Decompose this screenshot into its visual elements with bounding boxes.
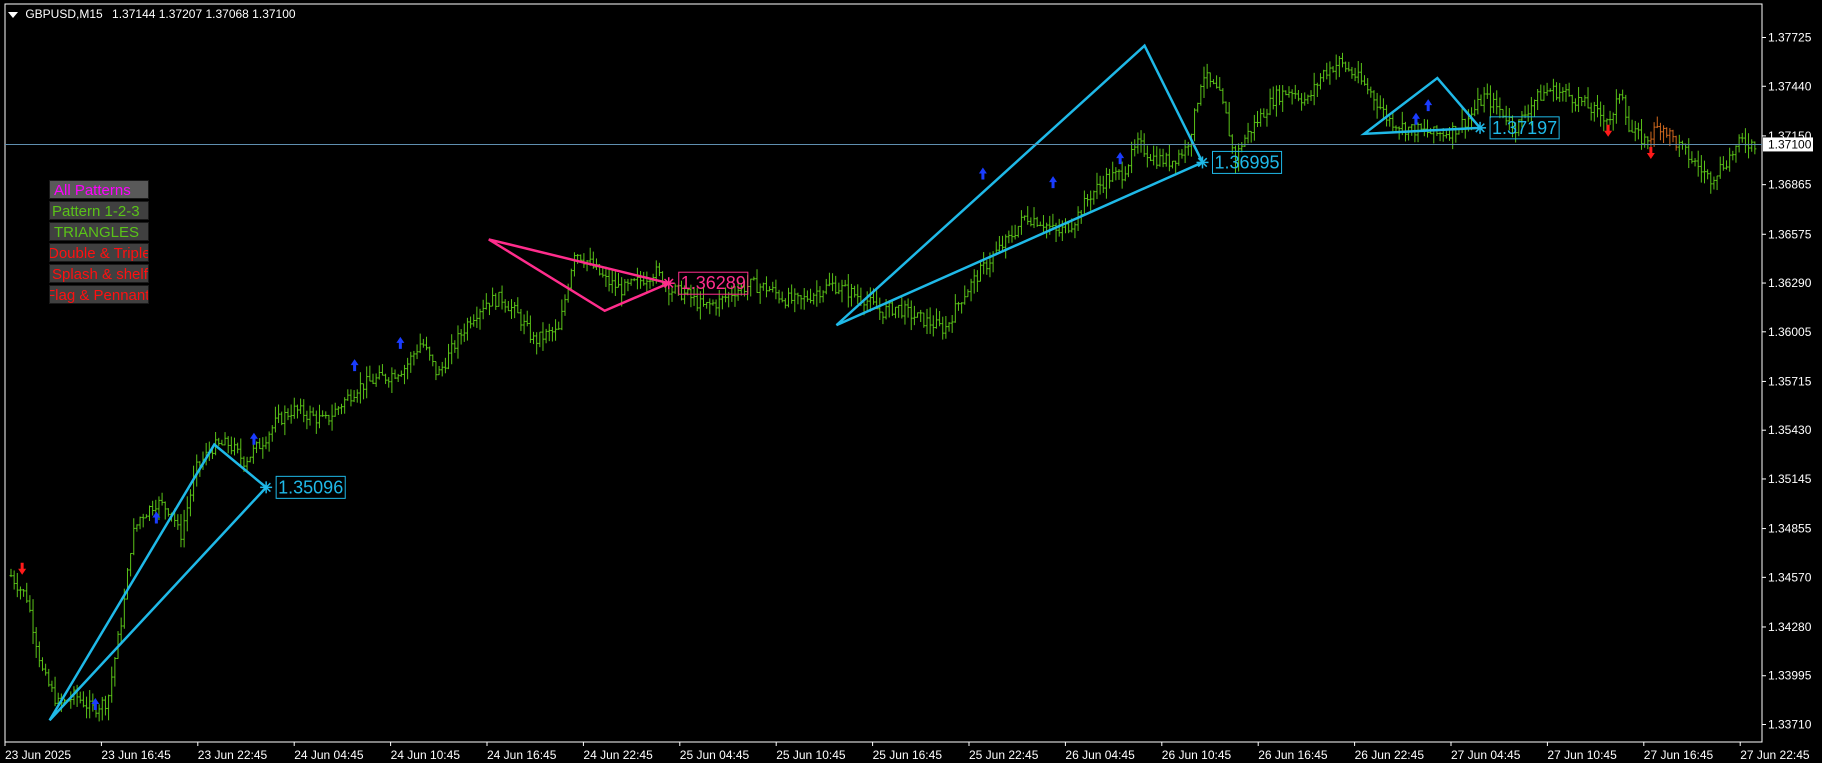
price-tick-label: 1.36290 (1768, 276, 1812, 290)
price-tick-label: 1.33995 (1768, 669, 1812, 683)
up-arrow-icon (350, 359, 359, 372)
menu-triangles-button[interactable]: TRIANGLES (49, 222, 149, 241)
triangle-pattern (1360, 76, 1483, 136)
down-arrow-icon (18, 562, 27, 575)
menu-splash-shelf-button[interactable]: Splash & shelf (49, 264, 149, 283)
triangle-pattern (48, 442, 268, 722)
menu-all-patterns-button[interactable]: All Patterns (49, 180, 149, 199)
up-arrow-icon (1424, 99, 1433, 112)
time-tick-label: 25 Jun 22:45 (969, 748, 1039, 762)
up-arrow-icon (1116, 152, 1125, 165)
patterns-layer: 1.35096 1.36289 1.36995 1.37197 (48, 43, 1560, 722)
time-tick-label: 27 Jun 22:45 (1740, 748, 1810, 762)
time-tick-label: 24 Jun 04:45 (294, 748, 364, 762)
price-tick-label: 1.34855 (1768, 522, 1812, 536)
symbol-label: GBPUSD,M15 (25, 7, 103, 21)
time-tick-label: 23 Jun 22:45 (198, 748, 268, 762)
breakout-price-label: 1.37197 (1492, 118, 1557, 138)
plot-frame (4, 3, 1763, 743)
price-tick-label: 1.35430 (1768, 423, 1812, 437)
chart-header: GBPUSD,M15 1.37144 1.37207 1.37068 1.371… (8, 7, 296, 21)
triangle-pattern (488, 238, 673, 313)
candles-layer (9, 52, 1757, 722)
time-tick-label: 23 Jun 2025 (5, 748, 71, 762)
price-tick-label: 1.34280 (1768, 620, 1812, 634)
menu-double-triple-button[interactable]: Double & Triple (49, 243, 149, 262)
menu-pattern-123-button[interactable]: Pattern 1-2-3 (49, 201, 149, 220)
up-arrow-icon (396, 336, 405, 349)
time-tick-label: 27 Jun 10:45 (1547, 748, 1617, 762)
price-tick-label: 1.34570 (1768, 570, 1812, 584)
up-arrow-icon (1049, 176, 1058, 189)
price-tick-label: 1.35145 (1768, 472, 1812, 486)
time-tick-label: 26 Jun 16:45 (1258, 748, 1328, 762)
breakout-price-label: 1.36289 (681, 273, 746, 293)
price-tick-label: 1.36005 (1768, 325, 1812, 339)
time-tick-label: 24 Jun 10:45 (391, 748, 461, 762)
time-tick-label: 25 Jun 16:45 (873, 748, 943, 762)
time-tick-label: 27 Jun 16:45 (1644, 748, 1714, 762)
menu-flag-pennant-button[interactable]: Flag & Pennant (49, 285, 149, 304)
price-chart[interactable]: 1.35096 1.36289 1.36995 1.37197 1.37725 1.37… (0, 0, 1822, 763)
price-tick-label: 1.37440 (1768, 79, 1812, 93)
pattern-menu: All Patterns Pattern 1-2-3 TRIANGLES Dou… (49, 180, 149, 306)
up-arrow-icon (978, 167, 987, 180)
price-tick-label: 1.36575 (1768, 227, 1812, 241)
time-tick-label: 25 Jun 04:45 (680, 748, 750, 762)
collapse-triangle-icon[interactable] (8, 11, 18, 18)
price-tick-label: 1.37725 (1768, 31, 1812, 45)
time-tick-label: 26 Jun 22:45 (1355, 748, 1425, 762)
down-arrow-icon (1604, 124, 1613, 137)
price-tick-label: 1.36865 (1768, 178, 1812, 192)
time-tick-label: 27 Jun 04:45 (1451, 748, 1521, 762)
chart-window[interactable]: 1.35096 1.36289 1.36995 1.37197 1.37725 1.37… (0, 0, 1822, 763)
arrows-layer (18, 99, 1655, 710)
time-tick-label: 23 Jun 16:45 (101, 748, 171, 762)
breakout-price-label: 1.36995 (1215, 152, 1280, 172)
price-tick-label: 1.35715 (1768, 374, 1812, 388)
breakout-price-label: 1.35096 (278, 477, 343, 497)
time-tick-label: 24 Jun 16:45 (487, 748, 557, 762)
price-tick-label: 1.33710 (1768, 718, 1812, 732)
triangle-pattern (835, 43, 1205, 327)
up-arrow-icon (1412, 112, 1420, 125)
time-tick-label: 26 Jun 04:45 (1065, 748, 1135, 762)
time-tick-label: 25 Jun 10:45 (776, 748, 846, 762)
current-price-label: 1.37100 (1768, 137, 1812, 151)
ohlc-label: 1.37144 1.37207 1.37068 1.37100 (112, 7, 296, 21)
time-tick-label: 26 Jun 10:45 (1162, 748, 1232, 762)
time-tick-label: 24 Jun 22:45 (583, 748, 653, 762)
